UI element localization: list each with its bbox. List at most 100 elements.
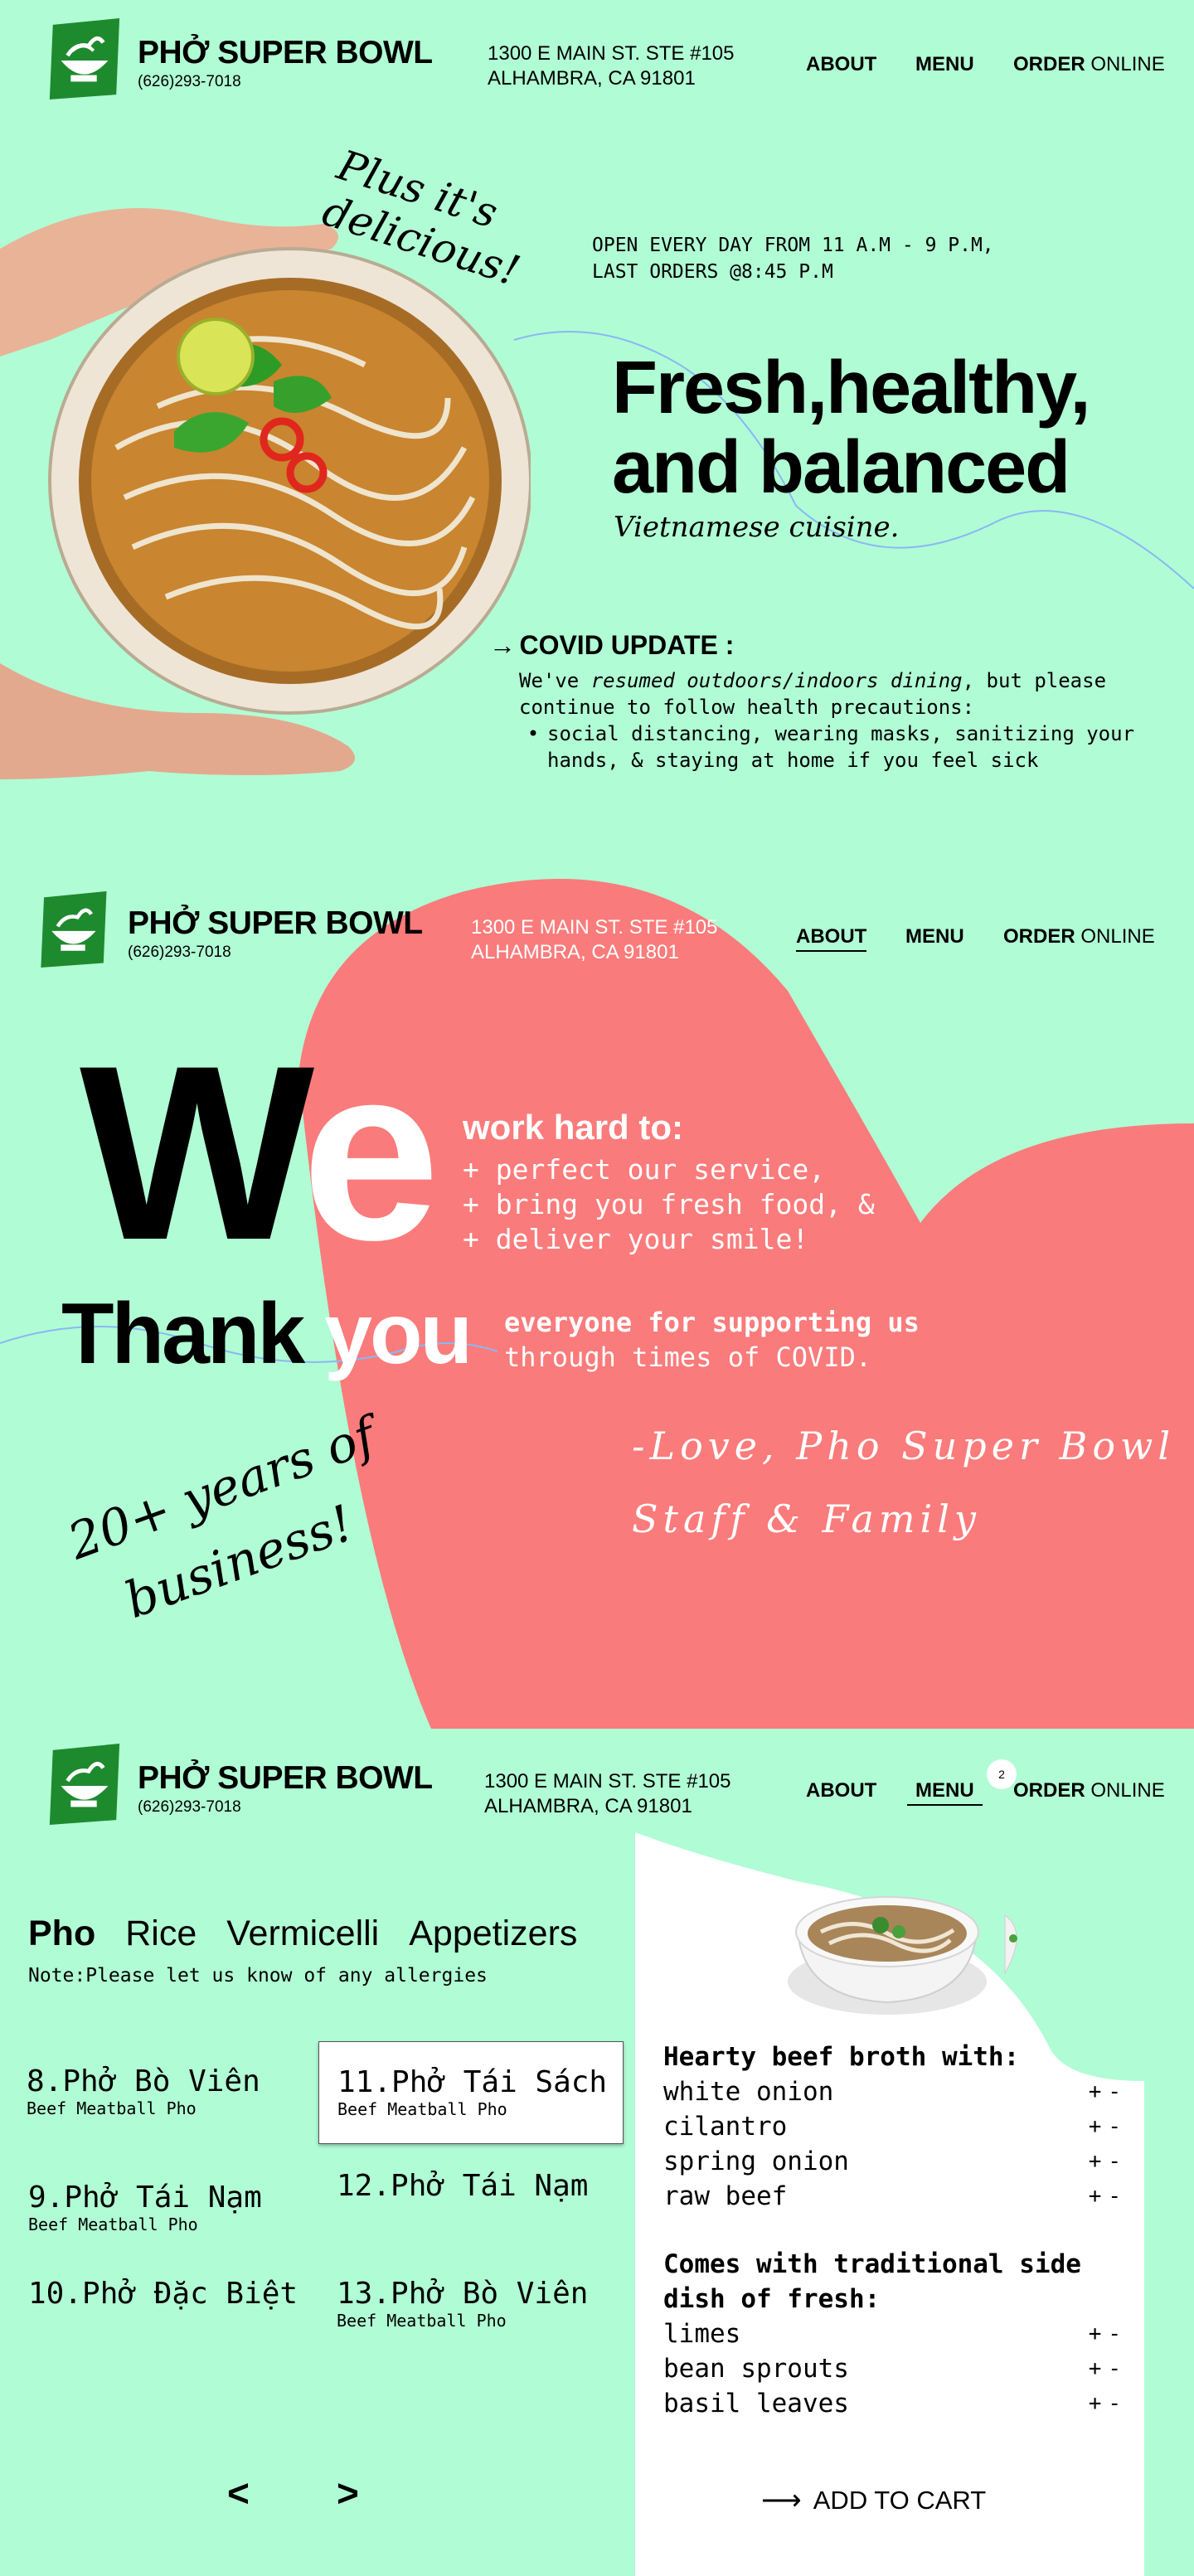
pho-bowl-photo — [788, 1896, 1017, 2015]
phone-number-2: (626)293-7018 — [128, 944, 231, 961]
menu-item-10[interactable]: 10.Phở Đặc Biệt — [28, 2277, 298, 2311]
address-line2-3: ALHAMBRA, CA 91801 — [484, 1795, 692, 1817]
address-line2-2: ALHAMBRA, CA 91801 — [471, 941, 679, 963]
brand-name-3[interactable]: PHỞ SUPER BOWL — [138, 1760, 433, 1797]
menu-item-11-selected[interactable]: 11.Phở Tái Sách Beef Meatball Pho — [318, 2041, 624, 2144]
address-line1-2: 1300 E MAIN ST. STE #105 — [471, 916, 718, 939]
tab-vermicelli[interactable]: Vermicelli — [226, 1914, 379, 1954]
category-tabs: Pho Rice Vermicelli Appetizers — [28, 1914, 577, 1954]
menu-item-sub: Beef Meatball Pho — [27, 2098, 197, 2118]
nav-about-active[interactable]: ABOUT — [796, 925, 867, 952]
signoff-line2: Staff & Family — [632, 1497, 981, 1541]
support-line2: through times of COVID. — [504, 1341, 872, 1373]
menu-item-name: 12.Phở Tái Nạm — [337, 2169, 589, 2203]
nav-order-online[interactable]: ORDER ONLINE — [1013, 53, 1165, 76]
minus-button[interactable]: - — [1108, 2184, 1128, 2209]
headline-line2: and balanced — [612, 426, 1070, 509]
nav-order-light-3: ONLINE — [1090, 1779, 1165, 1802]
you-word: you — [324, 1286, 473, 1382]
address-2: 1300 E MAIN ST. STE #105 ALHAMBRA, CA 91… — [471, 915, 717, 965]
address-line1-3: 1300 E MAIN ST. STE #105 — [484, 1770, 731, 1793]
ingredient-row-white-onion: white onion +- — [663, 2074, 1128, 2109]
menu-item-sub: Beef Meatball Pho — [337, 2099, 507, 2119]
plus-button[interactable]: + — [1089, 2079, 1109, 2104]
menu-item-13[interactable]: 13.Phở Bò Viên Beef Meatball Pho — [337, 2277, 588, 2331]
support-line1: everyone for supporting us — [504, 1307, 920, 1338]
subheadline: Vietnamese cuisine. — [614, 511, 900, 544]
menu-item-name: 10.Phở Đặc Biệt — [28, 2277, 298, 2311]
tab-pho[interactable]: Pho — [28, 1914, 95, 1954]
thank-you-heading: Thank you — [61, 1285, 473, 1384]
menu-item-8[interactable]: 8.Phở Bò Viên Beef Meatball Pho — [27, 2064, 260, 2118]
nav-menu-active[interactable]: MENU — [907, 1779, 983, 1806]
menu-item-9[interactable]: 9.Phở Tái Nạm Beef Meatball Pho — [28, 2181, 262, 2234]
ingredient-name: white onion — [663, 2077, 834, 2107]
arrow-right-icon: → — [489, 630, 516, 660]
covid-title: COVID UPDATE : — [519, 630, 735, 660]
nav-order-light: ONLINE — [1090, 53, 1165, 75]
plus-button[interactable]: + — [1089, 2321, 1109, 2346]
thank-word: Thank — [61, 1286, 305, 1382]
headline: Fresh,healthy, and balanced — [612, 347, 1091, 509]
cart-count-badge[interactable]: 2 — [987, 1759, 1017, 1789]
covid-text-italic: resumed outdoors/indoors dining — [590, 669, 963, 692]
plus-button[interactable]: + — [1089, 2149, 1109, 2174]
headline-line1: Fresh,healthy, — [612, 347, 1091, 429]
hours-line1: OPEN EVERY DAY FROM 11 A.M - 9 P.M, — [592, 235, 994, 256]
ingredient-name: bean sprouts — [663, 2354, 849, 2384]
menu-item-12[interactable]: 12.Phở Tái Nạm — [337, 2169, 588, 2203]
work-hard-title: work hard to: — [463, 1108, 684, 1147]
plus-button[interactable]: + — [1089, 2356, 1109, 2381]
nav-menu[interactable]: MENU — [915, 53, 974, 76]
minus-button[interactable]: - — [1108, 2079, 1128, 2104]
minus-button[interactable]: - — [1108, 2356, 1128, 2381]
ingredient-row-raw-beef: raw beef +- — [663, 2179, 1128, 2214]
minus-button[interactable]: - — [1108, 2149, 1128, 2174]
nav-order-bold-3: ORDER — [1013, 1779, 1085, 1802]
covid-text: We've resumed outdoors/indoors dining, b… — [519, 667, 1153, 720]
nav-about[interactable]: ABOUT — [806, 53, 876, 76]
covid-text-1: We've — [519, 669, 591, 692]
ingredient-name: raw beef — [663, 2181, 788, 2211]
minus-button[interactable]: - — [1108, 2321, 1128, 2346]
long-arrow-right-icon: ⟶ — [761, 2485, 802, 2516]
ingredient-row-limes: limes +- — [663, 2316, 1128, 2351]
nav-order-online-2[interactable]: ORDER ONLINE — [1003, 925, 1155, 948]
allergy-note: Note:Please let us know of any allergies — [28, 1965, 488, 1987]
work-point-2: + bring you fresh food, & — [463, 1188, 875, 1220]
ingredient-name: spring onion — [663, 2147, 849, 2176]
menu-item-sub: Beef Meatball Pho — [337, 2311, 507, 2331]
covid-bullet: • social distancing, wearing masks, sani… — [519, 720, 1153, 774]
brand-name-2[interactable]: PHỞ SUPER BOWL — [128, 905, 423, 942]
nav-order-online-3[interactable]: ORDER ONLINE — [1013, 1779, 1165, 1802]
minus-button[interactable]: - — [1108, 2114, 1128, 2139]
sides-title-1: Comes with traditional side — [663, 2249, 1081, 2279]
work-point-3: + deliver your smile! — [463, 1223, 809, 1255]
logo-bowl-icon[interactable] — [43, 18, 124, 99]
phone-number-3: (626)293-7018 — [138, 1798, 241, 1816]
signoff: -Love, Pho Super Bowl Staff & Family — [632, 1409, 1175, 1555]
next-page-button[interactable]: > — [337, 2471, 359, 2515]
prev-page-button[interactable]: < — [227, 2471, 250, 2515]
nav-menu-2[interactable]: MENU — [905, 925, 964, 948]
pho-bowl-hands-image — [0, 208, 531, 779]
logo-bowl-icon-3[interactable] — [43, 1744, 124, 1825]
plus-button[interactable]: + — [1089, 2391, 1109, 2416]
tab-appetizers[interactable]: Appetizers — [409, 1914, 577, 1954]
ingredient-row-cilantro: cilantro +- — [663, 2109, 1128, 2144]
ingredient-name: cilantro — [663, 2112, 788, 2142]
logo-bowl-icon-2[interactable] — [35, 891, 111, 968]
plus-button[interactable]: + — [1089, 2114, 1109, 2139]
we-heading: We — [80, 1028, 440, 1277]
minus-button[interactable]: - — [1108, 2391, 1128, 2416]
add-to-cart-button[interactable]: ⟶ ADD TO CART — [761, 2484, 986, 2517]
brand-name[interactable]: PHỞ SUPER BOWL — [138, 35, 433, 71]
address: 1300 E MAIN ST. STE #105 ALHAMBRA, CA 91… — [488, 41, 734, 91]
nav-about-3[interactable]: ABOUT — [806, 1779, 876, 1802]
covid-bullet-text: social distancing, wearing masks, saniti… — [547, 722, 1135, 772]
ingredient-name: limes — [663, 2319, 741, 2349]
address-3: 1300 E MAIN ST. STE #105 ALHAMBRA, CA 91… — [484, 1769, 730, 1819]
tab-rice[interactable]: Rice — [125, 1914, 197, 1954]
plus-button[interactable]: + — [1089, 2184, 1109, 2209]
ingredient-row-basil-leaves: basil leaves +- — [663, 2386, 1128, 2421]
